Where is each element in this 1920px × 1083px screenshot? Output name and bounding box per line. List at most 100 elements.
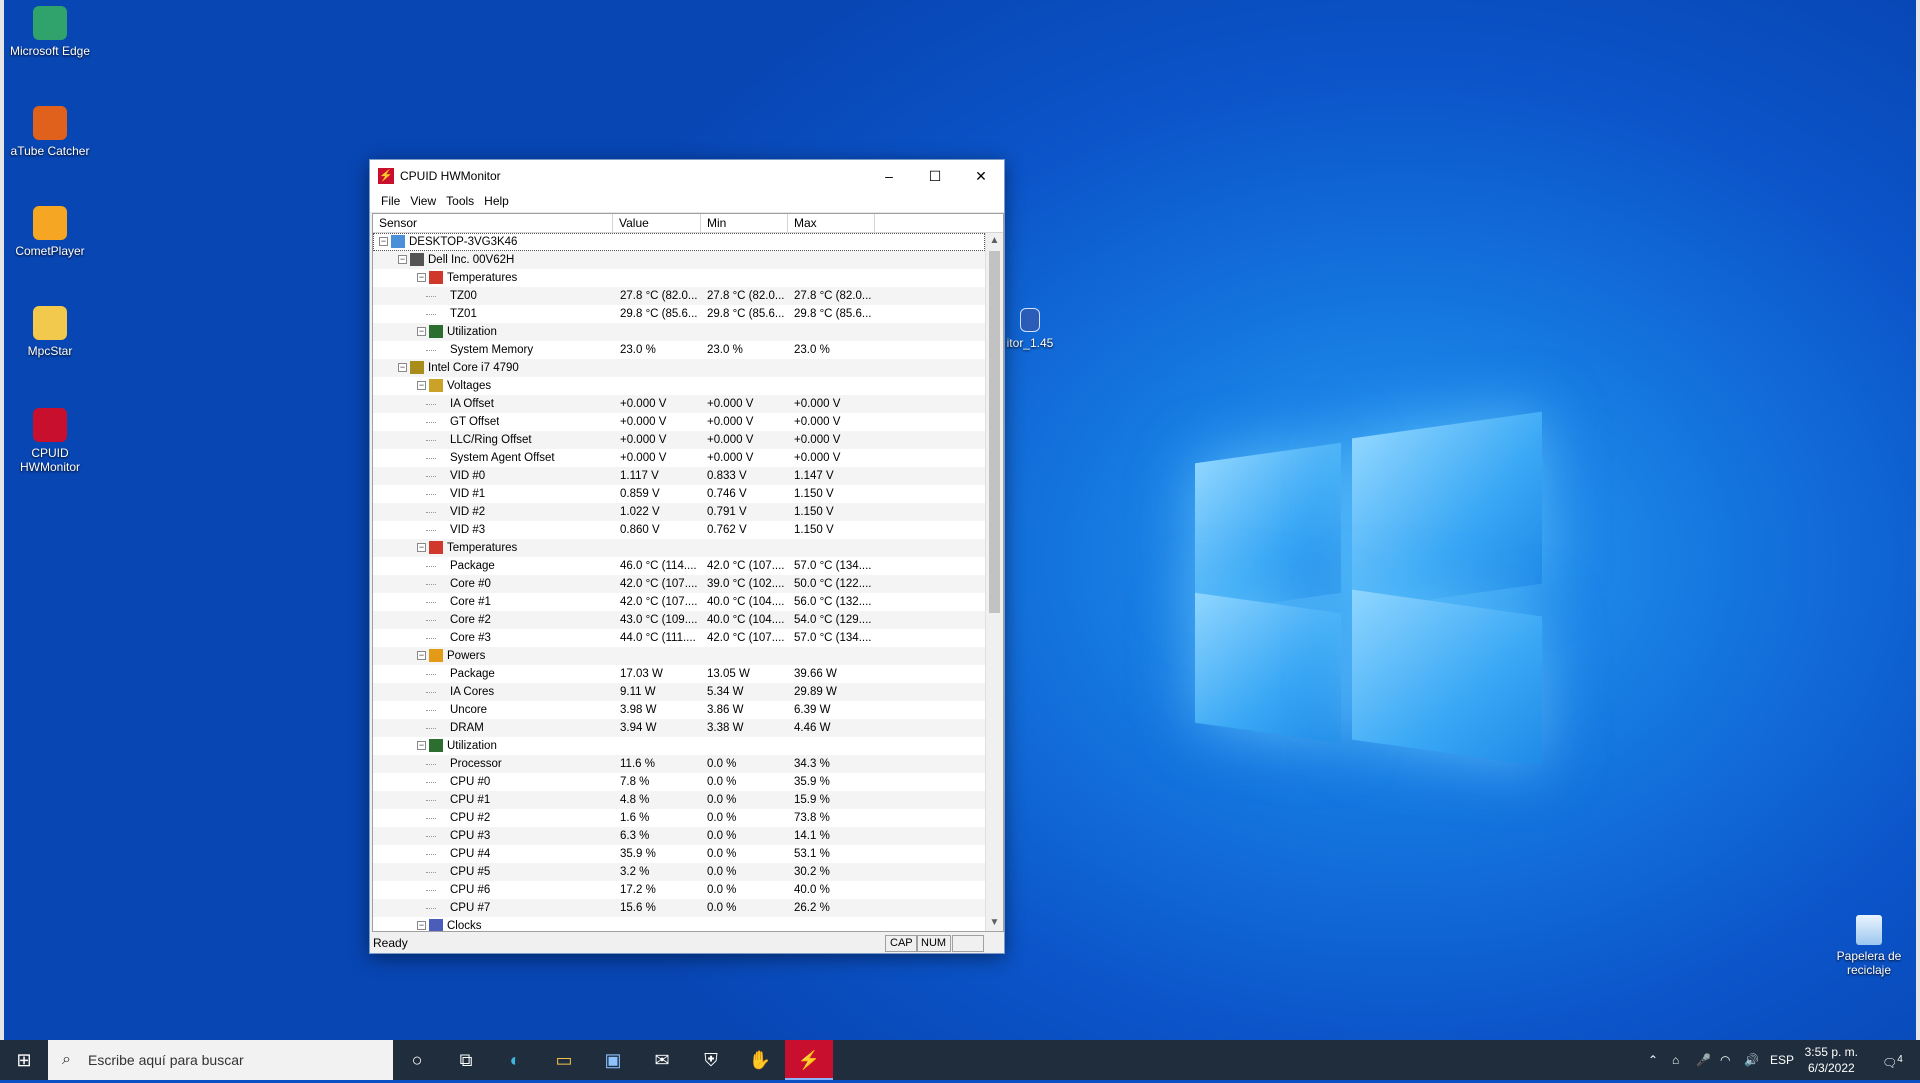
cortana-icon[interactable]: ○ (393, 1040, 441, 1080)
sensor-value: 27.8 °C (82.0... (620, 290, 698, 302)
sensor-row[interactable]: System Memory 23.0 % 23.0 % 23.0 % (373, 341, 985, 359)
sensor-row[interactable]: Package 46.0 °C (114.... 42.0 °C (107.... 5… (373, 557, 985, 575)
sensor-table[interactable]: Sensor Value Min Max − DESKTOP-3VG3K46− De… (372, 213, 1004, 932)
sensor-group-row[interactable]: − Voltages (373, 377, 985, 395)
atube-icon[interactable]: ✋ (736, 1040, 784, 1080)
sensor-row[interactable]: Core #2 43.0 °C (109.... 40.0 °C (104.... 5… (373, 611, 985, 629)
scroll-down-arrow-icon[interactable]: ▼ (986, 915, 1003, 931)
microphone-icon[interactable]: 🎤 (1696, 1040, 1711, 1080)
sensor-row[interactable]: IA Offset +0.000 V +0.000 V +0.000 V (373, 395, 985, 413)
desktop-icon[interactable]: CometPlayer (2, 206, 98, 258)
sensor-row[interactable]: VID #0 1.117 V 0.833 V 1.147 V (373, 467, 985, 485)
hwmonitor-window[interactable]: ⚡ CPUID HWMonitor – ☐ ✕ File View Tools Hel… (369, 159, 1005, 954)
sensor-row[interactable]: Core #1 42.0 °C (107.... 40.0 °C (104.... 5… (373, 593, 985, 611)
sensor-group-row[interactable]: − DESKTOP-3VG3K46 (373, 233, 985, 251)
sensor-row[interactable]: Processor 11.6 % 0.0 % 34.3 % (373, 755, 985, 773)
collapse-toggle-icon[interactable]: − (379, 237, 388, 246)
sensor-row[interactable]: CPU #5 3.2 % 0.0 % 30.2 % (373, 863, 985, 881)
file-explorer-icon[interactable]: ▭ (540, 1040, 588, 1080)
collapse-toggle-icon[interactable]: − (417, 651, 426, 660)
network-icon[interactable]: ⌂ (1672, 1040, 1679, 1080)
title-bar[interactable]: ⚡ CPUID HWMonitor – ☐ ✕ (370, 160, 1004, 192)
sensor-group-row[interactable]: − Utilization (373, 323, 985, 341)
sensor-row[interactable]: CPU #6 17.2 % 0.0 % 40.0 % (373, 881, 985, 899)
sensor-row[interactable]: VID #2 1.022 V 0.791 V 1.150 V (373, 503, 985, 521)
sensor-row[interactable]: VID #3 0.860 V 0.762 V 1.150 V (373, 521, 985, 539)
sensor-row[interactable]: VID #1 0.859 V 0.746 V 1.150 V (373, 485, 985, 503)
sensor-row[interactable]: CPU #7 15.6 % 0.0 % 26.2 % (373, 899, 985, 917)
sensor-row[interactable]: CPU #1 4.8 % 0.0 % 15.9 % (373, 791, 985, 809)
hwmonitor-icon[interactable]: ⚡ (785, 1040, 833, 1080)
sensor-group-row[interactable]: − Temperatures (373, 269, 985, 287)
sensor-max: 40.0 % (794, 884, 830, 896)
sensor-row[interactable]: CPU #3 6.3 % 0.0 % 14.1 % (373, 827, 985, 845)
volume-icon[interactable]: 🔊 (1744, 1040, 1759, 1080)
sensor-row[interactable]: Uncore 3.98 W 3.86 W 6.39 W (373, 701, 985, 719)
menu-help[interactable]: Help (479, 192, 514, 210)
collapse-toggle-icon[interactable]: − (417, 543, 426, 552)
edge-icon[interactable]: ◐ (491, 1040, 539, 1080)
collapse-toggle-icon[interactable]: − (417, 741, 426, 750)
sensor-row[interactable]: IA Cores 9.11 W 5.34 W 29.89 W (373, 683, 985, 701)
mail-icon[interactable]: ✉ (638, 1040, 686, 1080)
sensor-row[interactable]: Core #3 44.0 °C (111.... 42.0 °C (107.... 5… (373, 629, 985, 647)
sensor-group-row[interactable]: − Clocks (373, 917, 985, 931)
sensor-row[interactable]: Package 17.03 W 13.05 W 39.66 W (373, 665, 985, 683)
sensor-row[interactable]: CPU #4 35.9 % 0.0 % 53.1 % (373, 845, 985, 863)
sensor-value: 0.860 V (620, 524, 660, 536)
recycle-bin[interactable]: Papelera de reciclaje (1824, 915, 1914, 977)
column-header-max[interactable]: Max (788, 214, 875, 232)
sensor-row[interactable]: LLC/Ring Offset +0.000 V +0.000 V +0.000 V (373, 431, 985, 449)
sensor-group-row[interactable]: − Temperatures (373, 539, 985, 557)
store-icon[interactable]: ▣ (589, 1040, 637, 1080)
sensor-row[interactable]: TZ01 29.8 °C (85.6... 29.8 °C (85.6... 29.8… (373, 305, 985, 323)
sensor-name: CPU #6 (450, 884, 491, 896)
sensor-row[interactable]: Core #0 42.0 °C (107.... 39.0 °C (102.... 5… (373, 575, 985, 593)
collapse-toggle-icon[interactable]: − (417, 381, 426, 390)
collapse-toggle-icon[interactable]: − (417, 921, 426, 930)
vertical-scrollbar[interactable]: ▲ ▼ (985, 233, 1003, 931)
task-view-icon[interactable]: ⧉ (442, 1040, 490, 1080)
sensor-row[interactable]: CPU #2 1.6 % 0.0 % 73.8 % (373, 809, 985, 827)
sensor-max: 54.0 °C (129.... (794, 614, 872, 626)
desktop-icon[interactable]: CPUID HWMonitor (2, 408, 98, 474)
collapse-toggle-icon[interactable]: − (417, 327, 426, 336)
sensor-row[interactable]: System Agent Offset +0.000 V +0.000 V +0.00… (373, 449, 985, 467)
scroll-up-arrow-icon[interactable]: ▲ (986, 233, 1003, 249)
sensor-min: 27.8 °C (82.0... (707, 290, 785, 302)
desktop-icon[interactable]: MpcStar (2, 306, 98, 358)
show-hidden-icons-chevron-icon[interactable]: ⌃ (1648, 1040, 1658, 1080)
maximize-button[interactable]: ☐ (912, 160, 958, 192)
start-button[interactable]: ⊞ (0, 1040, 48, 1080)
column-header-min[interactable]: Min (701, 214, 788, 232)
collapse-toggle-icon[interactable]: − (417, 273, 426, 282)
minimize-button[interactable]: – (866, 160, 912, 192)
desktop-icon[interactable]: Microsoft Edge (2, 6, 98, 58)
sensor-max: 14.1 % (794, 830, 830, 842)
sensor-row[interactable]: CPU #0 7.8 % 0.0 % 35.9 % (373, 773, 985, 791)
wifi-icon[interactable]: ◠ (1720, 1040, 1730, 1080)
menu-view[interactable]: View (405, 192, 441, 210)
column-header-sensor[interactable]: Sensor (373, 214, 613, 232)
sensor-group-row[interactable]: − Powers (373, 647, 985, 665)
language-indicator[interactable]: ESP (1770, 1040, 1794, 1080)
column-header-value[interactable]: Value (613, 214, 701, 232)
menu-file[interactable]: File (376, 192, 405, 210)
system-clock[interactable]: 3:55 p. m. 6/3/2022 (1805, 1044, 1858, 1076)
collapse-toggle-icon[interactable]: − (398, 363, 407, 372)
sensor-group-row[interactable]: − Dell Inc. 00V62H (373, 251, 985, 269)
sensor-row[interactable]: GT Offset +0.000 V +0.000 V +0.000 V (373, 413, 985, 431)
security-icon[interactable]: ⛨ (687, 1040, 735, 1080)
collapse-toggle-icon[interactable]: − (398, 255, 407, 264)
sensor-value: 42.0 °C (107.... (620, 578, 698, 590)
close-button[interactable]: ✕ (958, 160, 1004, 192)
desktop-icon[interactable]: aTube Catcher (2, 106, 98, 158)
scroll-thumb[interactable] (989, 251, 1000, 613)
sensor-row[interactable]: TZ00 27.8 °C (82.0... 27.8 °C (82.0... 27.8… (373, 287, 985, 305)
sensor-row[interactable]: DRAM 3.94 W 3.38 W 4.46 W (373, 719, 985, 737)
notifications-icon[interactable]: 🗨4 (1882, 1040, 1903, 1080)
sensor-group-row[interactable]: − Utilization (373, 737, 985, 755)
search-box[interactable]: ⌕ Escribe aquí para buscar (48, 1040, 393, 1080)
menu-tools[interactable]: Tools (441, 192, 479, 210)
sensor-group-row[interactable]: − Intel Core i7 4790 (373, 359, 985, 377)
